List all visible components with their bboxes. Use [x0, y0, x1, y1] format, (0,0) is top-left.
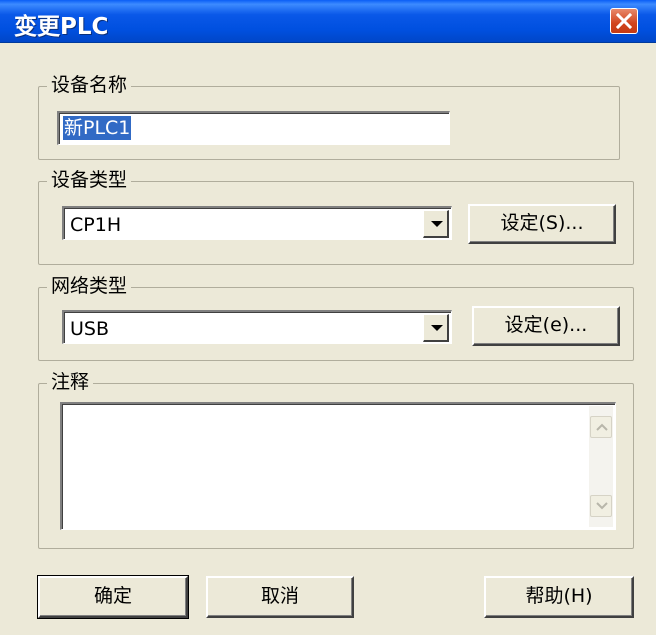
comment-scrollbar[interactable]	[589, 406, 613, 527]
device-name-label: 设备名称	[47, 74, 132, 96]
help-label: 帮助(H)	[525, 585, 593, 607]
chevron-down-icon	[596, 502, 608, 510]
window-title: 变更PLC	[14, 14, 109, 40]
scroll-down-button[interactable]	[590, 495, 612, 517]
network-type-settings-label: 设定(e)...	[504, 314, 588, 336]
cancel-label: 取消	[260, 585, 299, 607]
device-type-value: CP1H	[70, 214, 122, 236]
comment-label: 注释	[47, 371, 94, 393]
device-name-value: 新PLC1	[63, 116, 132, 140]
network-type-dropdown[interactable]: USB	[62, 310, 452, 344]
device-type-label: 设备类型	[47, 169, 132, 191]
device-type-settings-button[interactable]: 设定(S)...	[468, 204, 616, 244]
cancel-button[interactable]: 取消	[206, 576, 354, 618]
network-type-value: USB	[70, 318, 110, 340]
close-icon	[616, 13, 632, 29]
comment-textarea[interactable]	[60, 402, 616, 530]
ok-button[interactable]: 确定	[37, 575, 189, 619]
ok-label: 确定	[93, 585, 132, 607]
chevron-down-icon[interactable]	[423, 210, 449, 238]
close-button[interactable]	[610, 8, 638, 34]
scroll-up-button[interactable]	[590, 416, 612, 438]
device-type-settings-label: 设定(S)...	[500, 212, 584, 234]
device-type-dropdown[interactable]: CP1H	[62, 206, 452, 240]
chevron-up-icon	[596, 423, 608, 431]
title-bar[interactable]: 变更PLC	[0, 0, 656, 43]
help-button[interactable]: 帮助(H)	[484, 576, 634, 618]
network-type-settings-button[interactable]: 设定(e)...	[472, 306, 620, 346]
device-name-input[interactable]: 新PLC1	[57, 111, 450, 145]
chevron-down-icon[interactable]	[423, 314, 449, 342]
network-type-label: 网络类型	[47, 275, 132, 297]
